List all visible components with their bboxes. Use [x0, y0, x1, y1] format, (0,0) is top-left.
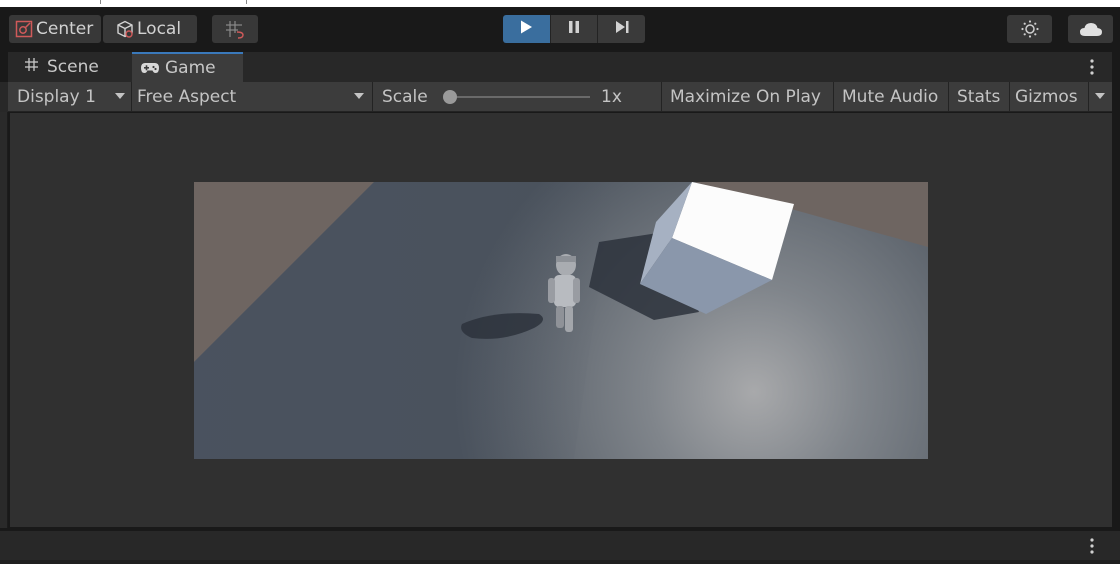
tab-game[interactable]: Game — [132, 52, 243, 82]
tab-scene[interactable]: Scene — [12, 52, 130, 82]
main-toolbar: Center Local — [0, 7, 1120, 52]
grid-snap-button[interactable] — [212, 15, 258, 43]
stats-toggle[interactable]: Stats — [949, 82, 1010, 111]
bottom-edge — [0, 560, 1120, 564]
local-cube-icon — [115, 19, 135, 39]
play-icon — [518, 19, 534, 39]
space-mode-label: Local — [137, 19, 182, 39]
cloud-icon — [1079, 21, 1103, 37]
chevron-down-icon — [354, 93, 364, 99]
right-edge — [1112, 52, 1120, 528]
aspect-dropdown-label: Free Aspect — [137, 86, 237, 107]
pause-button[interactable] — [550, 15, 599, 43]
gizmos-toggle[interactable]: Gizmos — [1010, 82, 1089, 111]
scale-slider-track[interactable] — [450, 96, 590, 98]
tab-scene-label: Scene — [47, 57, 99, 77]
gizmos-label: Gizmos — [1015, 86, 1078, 107]
mute-audio-label: Mute Audio — [842, 86, 939, 107]
strip-divider — [246, 0, 247, 4]
step-icon — [614, 19, 630, 39]
display-dropdown-label: Display 1 — [17, 86, 96, 107]
chevron-down-icon — [115, 93, 125, 99]
pause-icon — [566, 19, 582, 39]
scale-slider-thumb[interactable] — [443, 90, 457, 104]
bottom-menu-button[interactable] — [1088, 536, 1096, 556]
step-button[interactable] — [598, 15, 645, 43]
gamepad-icon — [140, 59, 160, 79]
chevron-down-icon — [1095, 93, 1105, 99]
top-edge-strip — [0, 0, 1120, 7]
space-mode-button[interactable]: Local — [103, 15, 197, 43]
scale-control: Scale 1x — [373, 82, 662, 111]
hash-icon — [24, 57, 39, 77]
game-view-options-bar: Display 1 Free Aspect Scale 1x Maximize … — [8, 82, 1112, 112]
tab-menu-button[interactable] — [1088, 57, 1096, 77]
maximize-on-play-label: Maximize On Play — [670, 86, 821, 107]
aspect-dropdown[interactable]: Free Aspect — [132, 82, 373, 111]
cloud-button[interactable] — [1068, 15, 1113, 43]
pivot-mode-button[interactable]: Center — [9, 15, 101, 43]
pivot-center-icon — [15, 20, 33, 38]
scale-label: Scale — [382, 86, 428, 107]
left-panel-scrollbar[interactable] — [0, 112, 8, 528]
display-dropdown[interactable]: Display 1 — [8, 82, 132, 111]
tab-game-label: Game — [165, 58, 216, 78]
strip-divider — [100, 0, 101, 4]
kebab-menu-icon — [1088, 538, 1096, 560]
play-controls — [503, 15, 645, 43]
play-button[interactable] — [503, 15, 551, 43]
stats-label: Stats — [957, 86, 1001, 107]
grid-snap-icon — [224, 19, 246, 39]
game-viewport[interactable] — [194, 182, 928, 459]
light-icon — [1020, 19, 1040, 39]
maximize-on-play-toggle[interactable]: Maximize On Play — [662, 82, 834, 111]
lighting-button[interactable] — [1007, 15, 1052, 43]
left-panel-tab — [0, 82, 8, 112]
bottom-panel-header — [0, 531, 1120, 560]
kebab-menu-icon — [1088, 59, 1096, 81]
gizmos-dropdown[interactable] — [1089, 82, 1112, 111]
game-render — [194, 182, 928, 459]
view-tab-bar: Scene Game — [8, 52, 1112, 82]
scale-value: 1x — [601, 86, 622, 107]
pivot-mode-label: Center — [36, 19, 94, 39]
mute-audio-toggle[interactable]: Mute Audio — [834, 82, 949, 111]
